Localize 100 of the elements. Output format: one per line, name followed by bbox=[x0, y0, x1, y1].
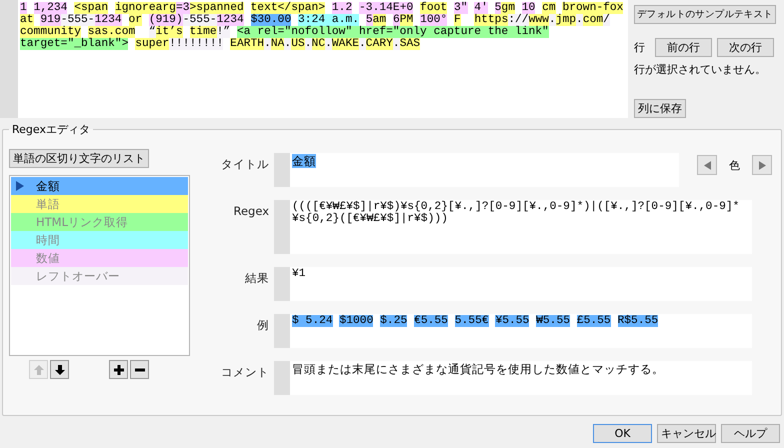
panel-title: Regexエディタ bbox=[11, 122, 91, 137]
next-color-button[interactable] bbox=[752, 155, 772, 175]
example-label: 例 bbox=[256, 318, 270, 333]
match-highlight: . bbox=[325, 38, 332, 50]
example-match: $.25 bbox=[380, 315, 408, 327]
title-label: タイトル bbox=[220, 157, 270, 172]
match-highlight: WAKE bbox=[332, 38, 360, 50]
match-highlight: -555- bbox=[182, 14, 217, 26]
match-highlight: 919 bbox=[40, 14, 61, 26]
previous-row-button[interactable]: 前の行 bbox=[655, 38, 712, 57]
match-highlight: <a rel="nofollow" href="only capture the link" bbox=[236, 26, 549, 38]
left-triangle-icon bbox=[704, 160, 710, 170]
plus-icon bbox=[112, 364, 124, 376]
example-match: $ 5.24 bbox=[292, 315, 333, 327]
match-highlight: . bbox=[359, 38, 366, 50]
match-highlight: www bbox=[528, 14, 549, 26]
match-highlight: </span> bbox=[278, 2, 326, 14]
match-highlight: 1,234 bbox=[34, 2, 68, 14]
match-highlight: F bbox=[454, 14, 461, 26]
match-highlight: target="_blank"> bbox=[20, 38, 128, 50]
pointer-icon bbox=[16, 181, 24, 191]
match-highlight: 5 bbox=[494, 2, 502, 14]
match-highlight: jmp bbox=[556, 14, 576, 26]
title-field[interactable]: 金額 bbox=[274, 153, 679, 187]
match-highlight: brown-fox bbox=[562, 2, 624, 14]
match-highlight: -555- bbox=[60, 14, 95, 26]
default-sample-button[interactable]: デフォルトのサンプルテキスト bbox=[634, 5, 776, 24]
match-highlight: time bbox=[190, 26, 217, 38]
example-match: 5.55€ bbox=[454, 315, 489, 327]
match-highlight: NC bbox=[312, 38, 326, 50]
match-highlight: PM bbox=[400, 14, 414, 26]
example-match: £5.55 bbox=[576, 315, 611, 327]
match-highlight: 4′ bbox=[474, 2, 488, 14]
regex-field[interactable]: ((([€¥₩£¥$]|r¥$)¥s{0,2}[¥.,]?[0-9][¥.,0-9]*)|([¥.,]?[0-9][¥.,0-9]*¥s{0,2}([€¥₩£¥$]|r¥$))) bbox=[274, 200, 752, 254]
match-highlight: foot bbox=[420, 2, 448, 14]
match-highlight: text bbox=[250, 2, 278, 14]
move-down-button[interactable] bbox=[50, 360, 69, 379]
match-highlight: EARTH bbox=[230, 38, 264, 50]
match-highlight: 10 bbox=[522, 2, 536, 14]
down-arrow-icon bbox=[54, 364, 66, 376]
example-field[interactable]: $ 5.24 $1000 $.25 €5.55 5.55€ ¥5.55 ₩5.55 £5.55 R$5.55 bbox=[274, 314, 752, 348]
match-highlight: NA bbox=[270, 38, 284, 50]
match-highlight: super bbox=[135, 38, 170, 50]
row-status-text: 行が選択されていません。 bbox=[634, 62, 766, 77]
remove-button[interactable] bbox=[130, 360, 149, 379]
match-highlight: (919) bbox=[148, 14, 183, 26]
match-highlight: “ bbox=[148, 26, 156, 38]
match-highlight: ignorearg bbox=[114, 2, 176, 14]
match-highlight: 1 bbox=[20, 2, 27, 14]
dialog-button[interactable]: ヘルプ bbox=[721, 424, 780, 443]
add-button[interactable] bbox=[109, 360, 128, 379]
match-highlight: gm bbox=[501, 2, 515, 14]
match-highlight: or bbox=[128, 14, 142, 26]
next-row-button[interactable]: 次の行 bbox=[717, 38, 774, 57]
delimiters-button[interactable]: 単語の区切り文字のリスト bbox=[9, 149, 149, 168]
match-highlight: com bbox=[582, 14, 604, 26]
dialog-button[interactable]: キャンセル bbox=[657, 424, 716, 443]
match-highlight: . bbox=[264, 38, 271, 50]
match-highlight: 5 bbox=[366, 14, 373, 26]
match-highlight: 100° bbox=[420, 14, 448, 26]
result-field[interactable]: ¥1 bbox=[274, 267, 752, 301]
match-highlight: . bbox=[284, 38, 292, 50]
color-label: 色 bbox=[729, 158, 740, 172]
match-highlight: SAS bbox=[400, 38, 420, 50]
right-triangle-icon bbox=[758, 160, 766, 170]
match-highlight: <span bbox=[74, 2, 108, 14]
match-highlight: https bbox=[474, 14, 508, 26]
regex-label: Regex bbox=[232, 204, 270, 218]
regex-list-item[interactable]: 金額 bbox=[11, 177, 188, 195]
comment-field[interactable]: 冒頭または末尾にさまざまな通貨記号を使用した数値とマッチする。 bbox=[274, 361, 752, 395]
match-highlight: 1.2 bbox=[332, 2, 352, 14]
match-highlight: 1234 bbox=[94, 14, 122, 26]
match-highlight: >spanned bbox=[190, 2, 244, 14]
match-highlight: am bbox=[372, 14, 386, 26]
match-highlight: $30.00 bbox=[250, 14, 292, 26]
match-highlight: =3 bbox=[176, 2, 190, 14]
match-highlight: !!!!!!!! bbox=[169, 38, 224, 50]
example-match: $1000 bbox=[339, 315, 374, 327]
match-highlight: 1234 bbox=[216, 14, 244, 26]
match-highlight: -3.14E+0 bbox=[359, 2, 414, 14]
match-highlight: community bbox=[20, 26, 82, 38]
dialog-button[interactable]: OK bbox=[593, 424, 652, 443]
match-highlight: cm bbox=[542, 2, 556, 14]
up-arrow-icon bbox=[32, 364, 44, 376]
match-highlight: US bbox=[291, 38, 305, 50]
sample-text-area[interactable] bbox=[0, 0, 628, 118]
match-highlight: :// bbox=[508, 14, 529, 26]
match-highlight: it’s bbox=[156, 26, 183, 38]
match-highlight: !” bbox=[216, 26, 230, 38]
match-highlight: sas.com bbox=[88, 26, 136, 38]
example-match: ₩5.55 bbox=[536, 315, 570, 327]
save-to-column-button[interactable]: 列に保存 bbox=[634, 99, 686, 118]
match-highlight: / bbox=[603, 14, 610, 26]
example-match: €5.55 bbox=[414, 315, 448, 327]
previous-color-button[interactable] bbox=[697, 155, 717, 175]
match-highlight: CARY bbox=[366, 38, 393, 50]
match-highlight: . bbox=[576, 14, 583, 26]
match-highlight: 6 bbox=[392, 14, 400, 26]
result-label: 結果 bbox=[244, 271, 270, 286]
match-highlight: at bbox=[20, 14, 34, 26]
